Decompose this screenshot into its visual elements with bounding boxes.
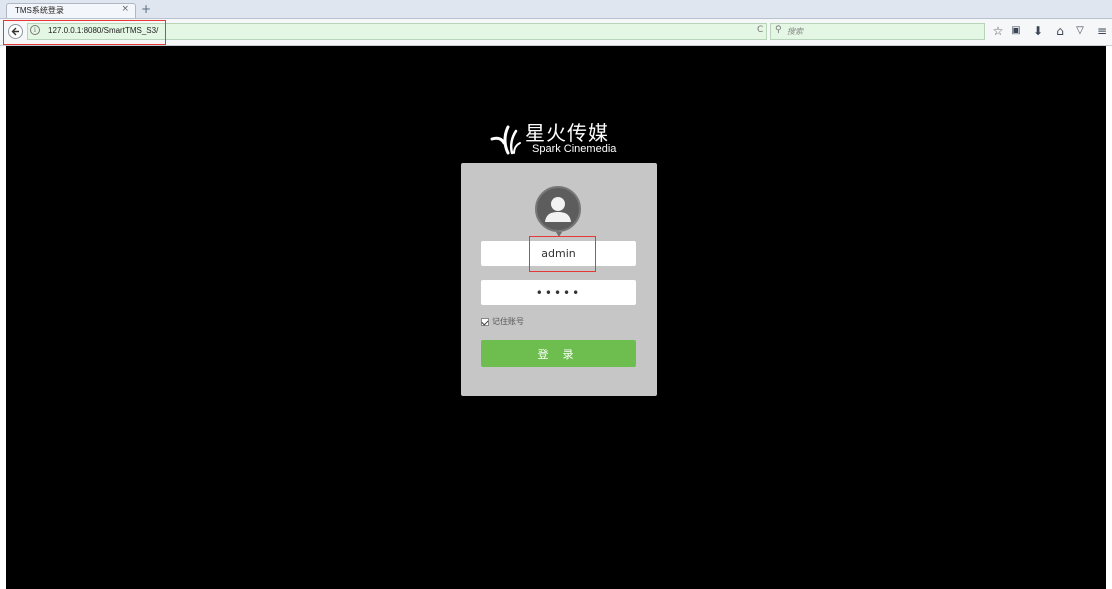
spark-logo-icon bbox=[490, 125, 521, 155]
browser-tab[interactable]: TMS系统登录 × bbox=[6, 3, 136, 18]
password-input[interactable] bbox=[481, 280, 636, 305]
brand-logo: 星火传媒 Spark Cinemedia bbox=[490, 117, 635, 165]
user-avatar-icon bbox=[535, 186, 581, 232]
avatar-pointer bbox=[556, 232, 562, 237]
brand-name-cn: 星火传媒 bbox=[525, 121, 609, 145]
url-text[interactable]: 127.0.0.1:8080/SmartTMS_S3/ bbox=[48, 26, 158, 35]
address-bar[interactable]: 127.0.0.1:8080/SmartTMS_S3/ bbox=[27, 23, 767, 40]
search-placeholder: 搜索 bbox=[787, 27, 803, 36]
tab-title: TMS系统登录 bbox=[15, 6, 64, 15]
bookmark-star-icon[interactable]: ☆ bbox=[990, 23, 1006, 39]
download-icon[interactable]: ⬇ bbox=[1030, 23, 1046, 39]
username-input[interactable] bbox=[481, 241, 636, 266]
reading-list-icon[interactable]: ▣ bbox=[1008, 23, 1024, 39]
user-silhouette-icon bbox=[545, 197, 571, 222]
tab-close-icon[interactable]: × bbox=[121, 4, 129, 14]
reload-icon[interactable]: C bbox=[757, 25, 763, 35]
navigation-bar: 127.0.0.1:8080/SmartTMS_S3/ i C ⚲ 搜索 ☆ ▣… bbox=[0, 19, 1112, 46]
back-button[interactable] bbox=[8, 24, 23, 39]
home-icon[interactable]: ⌂ bbox=[1052, 23, 1068, 39]
remember-label: 记住账号 bbox=[492, 317, 524, 326]
search-icon: ⚲ bbox=[775, 25, 782, 35]
login-panel: 记住账号 登录 bbox=[461, 163, 657, 396]
menu-icon[interactable]: ≡ bbox=[1094, 23, 1110, 39]
search-bar[interactable]: ⚲ 搜索 bbox=[770, 23, 985, 40]
remember-checkbox[interactable] bbox=[481, 318, 489, 326]
tab-strip: TMS系统登录 × + bbox=[0, 0, 1112, 19]
site-info-icon[interactable]: i bbox=[30, 25, 40, 35]
back-arrow-icon bbox=[11, 27, 19, 36]
login-button[interactable]: 登录 bbox=[481, 340, 636, 367]
pocket-icon[interactable]: ▽ bbox=[1072, 23, 1088, 39]
brand-name-en: Spark Cinemedia bbox=[532, 143, 617, 155]
new-tab-button[interactable]: + bbox=[141, 2, 151, 16]
